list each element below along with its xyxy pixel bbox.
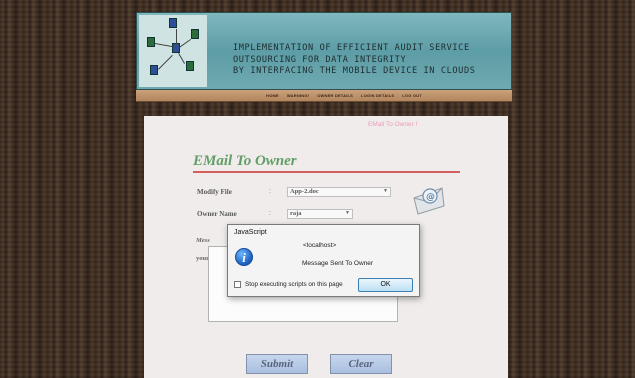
ok-button[interactable]: OK <box>358 278 413 292</box>
title-line-3: BY INTERFACING THE MOBILE DEVICE IN CLOU… <box>233 66 476 76</box>
nav-bar: HOME WARNING! OWNER DETAILS LOGIN DETAIL… <box>136 90 512 102</box>
info-icon: i <box>235 248 253 266</box>
nav-home[interactable]: HOME <box>266 93 279 98</box>
project-title: IMPLEMENTATION OF EFFICIENT AUDIT SERVIC… <box>233 43 513 78</box>
site-header: IMPLEMENTATION OF EFFICIENT AUDIT SERVIC… <box>136 12 512 90</box>
dialog-host: <localhost> <box>303 242 337 249</box>
javascript-alert-dialog: JavaScript i <localhost> Message Sent To… <box>227 224 420 297</box>
title-line-2: OUTSOURCING FOR DATA INTEGRITY <box>233 54 407 65</box>
stop-scripts-checkbox[interactable] <box>234 281 241 288</box>
network-computers-icon <box>139 15 207 87</box>
title-line-1: IMPLEMENTATION OF EFFICIENT AUDIT SERVIC… <box>233 43 470 53</box>
nav-owner-details[interactable]: OWNER DETAILS <box>317 93 353 98</box>
dialog-message: Message Sent To Owner <box>302 260 374 267</box>
nav-logout[interactable]: LOG OUT <box>402 93 422 98</box>
stop-scripts-label[interactable]: Stop executing scripts on this page <box>245 281 343 288</box>
nav-login-details[interactable]: LOGIN DETAILS <box>361 93 394 98</box>
nav-warning[interactable]: WARNING! <box>287 93 309 98</box>
dialog-title: JavaScript <box>234 229 267 236</box>
